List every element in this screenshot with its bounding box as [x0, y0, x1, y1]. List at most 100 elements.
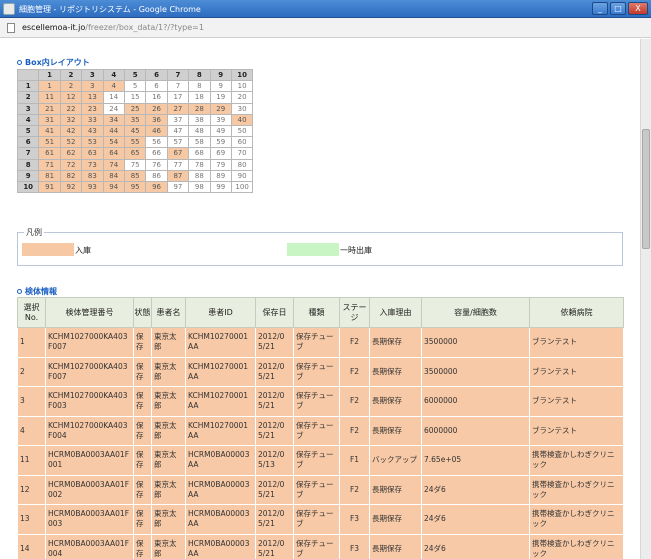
box-slot-cell[interactable]: 10 — [230, 80, 254, 93]
box-slot-cell[interactable]: 39 — [209, 113, 232, 126]
vertical-scrollbar[interactable] — [640, 39, 651, 559]
box-slot-cell[interactable]: 64 — [102, 147, 125, 160]
box-slot-cell[interactable]: 41 — [38, 124, 61, 138]
box-slot-cell[interactable]: 99 — [209, 180, 232, 194]
box-slot-cell[interactable]: 34 — [102, 113, 125, 126]
box-slot-cell[interactable]: 6 — [145, 80, 168, 93]
specimen-row[interactable]: 13 HCRM0BA0003AA01F003 保存 東京太郎 HCRM0BA00003A… — [17, 504, 624, 535]
box-slot-cell[interactable]: 18 — [188, 91, 211, 104]
close-button[interactable]: X — [628, 2, 648, 15]
box-slot-cell[interactable]: 70 — [230, 147, 254, 160]
box-slot-cell[interactable]: 86 — [145, 169, 168, 182]
specimen-row[interactable]: 14 HCRM0BA0003AA01F004 保存 東京太郎 HCRM0BA00003A… — [17, 533, 624, 559]
box-slot-cell[interactable]: 9 — [209, 80, 232, 93]
box-slot-cell[interactable]: 100 — [230, 180, 254, 194]
box-slot-cell[interactable]: 66 — [145, 147, 168, 160]
box-slot-cell[interactable]: 94 — [102, 180, 125, 194]
box-slot-cell[interactable]: 51 — [38, 136, 61, 149]
box-slot-cell[interactable]: 16 — [145, 91, 168, 104]
box-slot-cell[interactable]: 77 — [166, 158, 190, 171]
box-slot-cell[interactable]: 79 — [209, 158, 232, 171]
box-slot-cell[interactable]: 58 — [188, 136, 211, 149]
box-slot-cell[interactable]: 50 — [230, 124, 254, 138]
box-slot-cell[interactable]: 8 — [188, 80, 211, 93]
box-slot-cell[interactable]: 57 — [166, 136, 190, 149]
box-slot-cell[interactable]: 59 — [209, 136, 232, 149]
box-slot-cell[interactable]: 31 — [38, 113, 61, 126]
box-slot-cell[interactable]: 17 — [166, 91, 190, 104]
box-slot-cell[interactable]: 91 — [38, 180, 61, 194]
box-slot-cell[interactable]: 72 — [59, 158, 83, 171]
box-slot-cell[interactable]: 83 — [81, 169, 104, 182]
box-slot-cell[interactable]: 14 — [102, 91, 125, 104]
box-slot-cell[interactable]: 38 — [188, 113, 211, 126]
box-slot-cell[interactable]: 60 — [230, 136, 254, 149]
box-slot-cell[interactable]: 35 — [123, 113, 147, 126]
box-slot-cell[interactable]: 24 — [102, 102, 125, 115]
box-slot-cell[interactable]: 98 — [188, 180, 211, 194]
box-slot-cell[interactable]: 53 — [81, 136, 104, 149]
box-slot-cell[interactable]: 29 — [209, 102, 232, 115]
box-slot-cell[interactable]: 76 — [145, 158, 168, 171]
box-slot-cell[interactable]: 25 — [123, 102, 147, 115]
box-slot-cell[interactable]: 26 — [145, 102, 168, 115]
box-slot-cell[interactable]: 23 — [81, 102, 104, 115]
box-slot-cell[interactable]: 96 — [145, 180, 168, 194]
box-slot-cell[interactable]: 81 — [38, 169, 61, 182]
box-slot-cell[interactable]: 52 — [59, 136, 83, 149]
url-text[interactable]: escellemoa-it.jo/freezer/box_data/1?/?ty… — [22, 23, 204, 32]
box-slot-cell[interactable]: 75 — [123, 158, 147, 171]
box-slot-cell[interactable]: 68 — [188, 147, 211, 160]
box-slot-cell[interactable]: 62 — [59, 147, 83, 160]
specimen-row[interactable]: 2 KCHM1027000KA403F007 保存 東京太郎 KCHM10270001A… — [17, 356, 624, 387]
box-slot-cell[interactable]: 36 — [145, 113, 168, 126]
box-slot-cell[interactable]: 40 — [230, 113, 254, 126]
box-slot-cell[interactable]: 7 — [166, 80, 190, 93]
box-slot-cell[interactable]: 32 — [59, 113, 83, 126]
scrollbar-thumb[interactable] — [642, 129, 650, 249]
box-slot-cell[interactable]: 87 — [166, 169, 190, 182]
box-slot-cell[interactable]: 20 — [230, 91, 254, 104]
box-slot-cell[interactable]: 69 — [209, 147, 232, 160]
box-slot-cell[interactable]: 3 — [81, 80, 104, 93]
box-slot-cell[interactable]: 54 — [102, 136, 125, 149]
box-slot-cell[interactable]: 19 — [209, 91, 232, 104]
box-slot-cell[interactable]: 27 — [166, 102, 190, 115]
box-slot-cell[interactable]: 28 — [188, 102, 211, 115]
specimen-row[interactable]: 4 KCHM1027000KA403F004 保存 東京太郎 KCHM10270001A… — [17, 415, 624, 446]
address-bar[interactable]: escellemoa-it.jo/freezer/box_data/1?/?ty… — [0, 18, 651, 38]
box-slot-cell[interactable]: 48 — [188, 124, 211, 138]
box-slot-cell[interactable]: 80 — [230, 158, 254, 171]
specimen-row[interactable]: 3 KCHM1027000KA403F003 保存 東京太郎 KCHM10270001A… — [17, 386, 624, 417]
box-slot-cell[interactable]: 49 — [209, 124, 232, 138]
box-slot-cell[interactable]: 65 — [123, 147, 147, 160]
box-slot-cell[interactable]: 15 — [123, 91, 147, 104]
box-slot-cell[interactable]: 44 — [102, 124, 125, 138]
box-slot-cell[interactable]: 97 — [166, 180, 190, 194]
box-slot-cell[interactable]: 1 — [38, 80, 61, 93]
box-slot-cell[interactable]: 71 — [38, 158, 61, 171]
box-slot-cell[interactable]: 33 — [81, 113, 104, 126]
box-slot-cell[interactable]: 21 — [38, 102, 61, 115]
box-slot-cell[interactable]: 37 — [166, 113, 190, 126]
box-slot-cell[interactable]: 12 — [59, 91, 83, 104]
box-slot-cell[interactable]: 78 — [188, 158, 211, 171]
box-slot-cell[interactable]: 95 — [123, 180, 147, 194]
box-slot-cell[interactable]: 82 — [59, 169, 83, 182]
box-slot-cell[interactable]: 45 — [123, 124, 147, 138]
box-slot-cell[interactable]: 5 — [123, 80, 147, 93]
box-slot-cell[interactable]: 55 — [123, 136, 147, 149]
box-slot-cell[interactable]: 93 — [81, 180, 104, 194]
box-slot-cell[interactable]: 61 — [38, 147, 61, 160]
specimen-row[interactable]: 11 HCRM0BA0003AA01F001 保存 東京太郎 HCRM0BA00003A… — [17, 445, 624, 476]
box-slot-cell[interactable]: 42 — [59, 124, 83, 138]
box-slot-cell[interactable]: 67 — [166, 147, 190, 160]
box-slot-cell[interactable]: 30 — [230, 102, 254, 115]
box-slot-cell[interactable]: 88 — [188, 169, 211, 182]
box-slot-cell[interactable]: 47 — [166, 124, 190, 138]
box-slot-cell[interactable]: 74 — [102, 158, 125, 171]
box-slot-cell[interactable]: 2 — [59, 80, 83, 93]
box-slot-cell[interactable]: 13 — [81, 91, 104, 104]
minimize-button[interactable]: _ — [592, 2, 608, 15]
box-slot-cell[interactable]: 4 — [102, 80, 125, 93]
